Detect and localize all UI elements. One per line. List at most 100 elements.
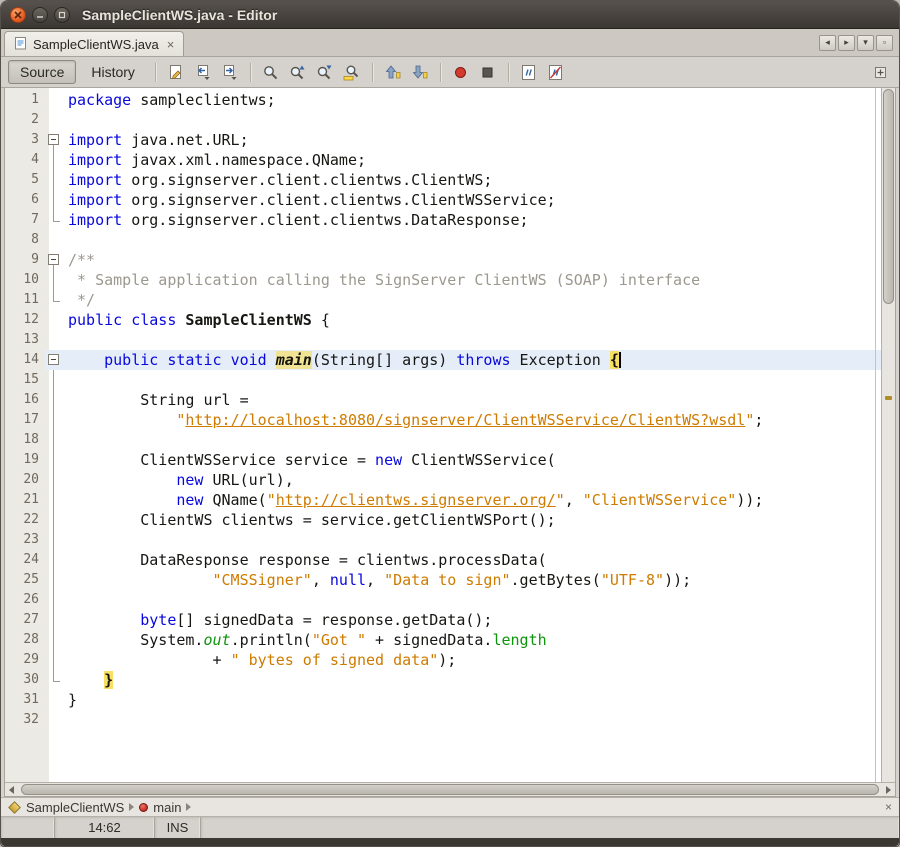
code-line[interactable]: 26: [5, 590, 881, 610]
line-number[interactable]: 15: [5, 370, 45, 390]
line-number[interactable]: 19: [5, 450, 45, 470]
code-text[interactable]: * Sample application calling the SignSer…: [63, 270, 881, 290]
line-number[interactable]: 28: [5, 630, 45, 650]
code-text[interactable]: "http://localhost:8080/signserver/Client…: [63, 410, 881, 430]
code-text[interactable]: [63, 330, 881, 350]
code-text[interactable]: import javax.xml.namespace.QName;: [63, 150, 881, 170]
line-number[interactable]: 23: [5, 530, 45, 550]
line-number[interactable]: 9: [5, 250, 45, 270]
history-view-button[interactable]: History: [79, 60, 147, 84]
fold-toggle-icon[interactable]: [45, 350, 63, 370]
stop-macro-icon[interactable]: [476, 60, 500, 84]
code-line[interactable]: 18: [5, 430, 881, 450]
code-line[interactable]: 32: [5, 710, 881, 730]
line-number[interactable]: 14: [5, 350, 45, 370]
code-text[interactable]: new URL(url),: [63, 470, 881, 490]
code-text[interactable]: /**: [63, 250, 881, 270]
code-text[interactable]: }: [63, 670, 881, 690]
line-number[interactable]: 17: [5, 410, 45, 430]
code-text[interactable]: import org.signserver.client.clientws.Cl…: [63, 190, 881, 210]
code-text[interactable]: [63, 530, 881, 550]
code-line[interactable]: 2: [5, 110, 881, 130]
line-number[interactable]: 6: [5, 190, 45, 210]
scroll-right-arrow-icon[interactable]: [882, 784, 895, 795]
line-number[interactable]: 5: [5, 170, 45, 190]
line-number[interactable]: 32: [5, 710, 45, 730]
horizontal-scrollbar[interactable]: [5, 782, 895, 796]
line-number[interactable]: 24: [5, 550, 45, 570]
line-number[interactable]: 10: [5, 270, 45, 290]
code-line[interactable]: 5import org.signserver.client.clientws.C…: [5, 170, 881, 190]
horizontal-scrollbar-thumb[interactable]: [21, 784, 879, 795]
code-line[interactable]: 10 * Sample application calling the Sign…: [5, 270, 881, 290]
code-line[interactable]: 9 /**: [5, 250, 881, 270]
toolbar-overflow-icon[interactable]: [868, 60, 892, 84]
code-text[interactable]: String url =: [63, 390, 881, 410]
uncomment-icon[interactable]: [544, 60, 568, 84]
tab-close-icon[interactable]: ×: [167, 37, 175, 52]
scroll-tabs-left-icon[interactable]: ◂: [819, 35, 836, 51]
line-number[interactable]: 11: [5, 290, 45, 310]
code-line[interactable]: 14 public static void main(String[] args…: [5, 350, 881, 370]
code-line[interactable]: 28 System.out.println("Got " + signedDat…: [5, 630, 881, 650]
code-line[interactable]: 4 import javax.xml.namespace.QName;: [5, 150, 881, 170]
code-text[interactable]: "CMSSigner", null, "Data to sign".getByt…: [63, 570, 881, 590]
code-text[interactable]: + " bytes of signed data");: [63, 650, 881, 670]
code-text[interactable]: [63, 590, 881, 610]
line-number[interactable]: 21: [5, 490, 45, 510]
code-line[interactable]: 30 }: [5, 670, 881, 690]
code-line[interactable]: 11 */: [5, 290, 881, 310]
code-text[interactable]: }: [63, 690, 881, 710]
back-icon[interactable]: [191, 60, 215, 84]
code-line[interactable]: 21 new QName("http://clientws.signserver…: [5, 490, 881, 510]
code-line[interactable]: 16 String url =: [5, 390, 881, 410]
window-close-button[interactable]: [10, 7, 26, 23]
code-line[interactable]: 12 public class SampleClientWS {: [5, 310, 881, 330]
line-number[interactable]: 22: [5, 510, 45, 530]
breadcrumb-item-class[interactable]: SampleClientWS: [8, 800, 124, 815]
code-line[interactable]: 27 byte[] signedData = response.getData(…: [5, 610, 881, 630]
line-number[interactable]: 7: [5, 210, 45, 230]
code-text[interactable]: public class SampleClientWS {: [63, 310, 881, 330]
code-text[interactable]: [63, 230, 881, 250]
vertical-scrollbar-thumb[interactable]: [883, 89, 894, 304]
fold-toggle-icon[interactable]: [45, 130, 63, 150]
code-line[interactable]: 3import java.net.URL;: [5, 130, 881, 150]
line-number[interactable]: 26: [5, 590, 45, 610]
code-text[interactable]: byte[] signedData = response.getData();: [63, 610, 881, 630]
window-maximize-button[interactable]: [54, 7, 70, 23]
fold-toggle-icon[interactable]: [45, 250, 63, 270]
next-bookmark-icon[interactable]: [408, 60, 432, 84]
code-text[interactable]: [63, 710, 881, 730]
code-line[interactable]: 19 ClientWSService service = new ClientW…: [5, 450, 881, 470]
record-macro-icon[interactable]: [449, 60, 473, 84]
source-view-button[interactable]: Source: [8, 60, 76, 84]
code-text[interactable]: ClientWS clientws = service.getClientWSP…: [63, 510, 881, 530]
find-previous-icon[interactable]: [286, 60, 310, 84]
line-number[interactable]: 31: [5, 690, 45, 710]
line-number[interactable]: 13: [5, 330, 45, 350]
line-number[interactable]: 4: [5, 150, 45, 170]
vertical-scrollbar[interactable]: [881, 88, 895, 782]
code-text[interactable]: package sampleclientws;: [63, 90, 881, 110]
code-text[interactable]: import org.signserver.client.clientws.Da…: [63, 210, 881, 230]
forward-icon[interactable]: [218, 60, 242, 84]
line-number[interactable]: 16: [5, 390, 45, 410]
line-number[interactable]: 2: [5, 110, 45, 130]
line-number[interactable]: 29: [5, 650, 45, 670]
editor-lines[interactable]: 1package sampleclientws;23import java.ne…: [5, 88, 881, 782]
line-number[interactable]: 18: [5, 430, 45, 450]
find-next-icon[interactable]: [313, 60, 337, 84]
line-number[interactable]: 25: [5, 570, 45, 590]
line-number[interactable]: 3: [5, 130, 45, 150]
code-line[interactable]: 20 new URL(url),: [5, 470, 881, 490]
code-line[interactable]: 25 "CMSSigner", null, "Data to sign".get…: [5, 570, 881, 590]
code-line[interactable]: 6 import org.signserver.client.clientws.C…: [5, 190, 881, 210]
breadcrumb-item-method[interactable]: main: [139, 800, 181, 815]
find-selection-icon[interactable]: [259, 60, 283, 84]
code-line[interactable]: 8: [5, 230, 881, 250]
tab-sampleclientws[interactable]: SampleClientWS.java ×: [4, 31, 184, 56]
line-number[interactable]: 12: [5, 310, 45, 330]
line-number[interactable]: 27: [5, 610, 45, 630]
code-text[interactable]: [63, 430, 881, 450]
